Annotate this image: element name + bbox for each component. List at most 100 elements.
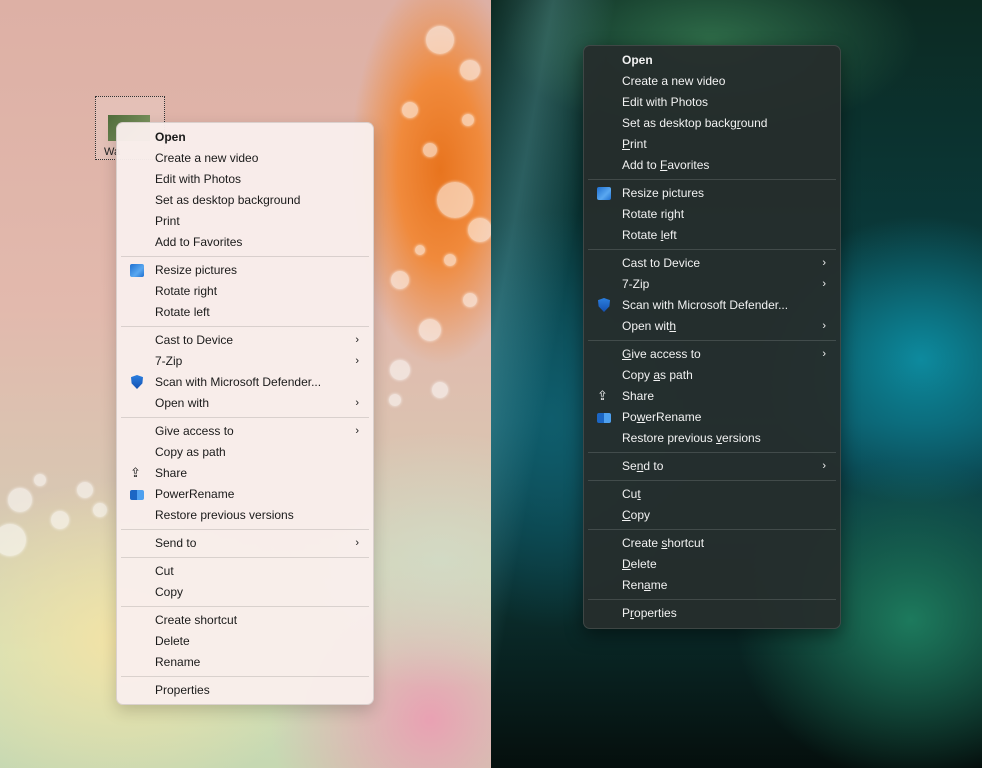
menu-item-label: Restore previous versions — [622, 431, 761, 445]
chevron-right-icon: › — [355, 537, 359, 549]
menu-item-label: Add to Favorites — [622, 158, 710, 172]
menu-item-resize-pictures[interactable]: Resize pictures — [121, 260, 369, 281]
menu-item-resize-pictures[interactable]: Resize pictures — [588, 183, 836, 204]
menu-item-copy[interactable]: Copy — [588, 505, 836, 526]
menu-item-copy[interactable]: Copy — [121, 582, 369, 603]
menu-separator — [588, 249, 836, 250]
defender-shield-icon — [598, 298, 610, 312]
menu-item-label: Share — [622, 389, 655, 403]
water-droplet — [463, 293, 477, 307]
menu-item-rotate-right[interactable]: Rotate right — [588, 204, 836, 225]
menu-item-restore-previous-versions[interactable]: Restore previous versions — [121, 505, 369, 526]
menu-item-create-a-new-video[interactable]: Create a new video — [588, 71, 836, 92]
menu-item-rename[interactable]: Rename — [588, 575, 836, 596]
menu-item-properties[interactable]: Properties — [121, 680, 369, 701]
menu-item-edit-with-photos[interactable]: Edit with Photos — [588, 92, 836, 113]
menu-item-delete[interactable]: Delete — [588, 554, 836, 575]
menu-item-rotate-left[interactable]: Rotate left — [121, 302, 369, 323]
menu-item-set-as-desktop-background[interactable]: Set as desktop background — [121, 190, 369, 211]
menu-item-label: Send to — [155, 536, 197, 550]
menu-item-powerrename[interactable]: PowerRename — [121, 484, 369, 505]
menu-item-cast-to-device[interactable]: Cast to Device › — [121, 330, 369, 351]
menu-item-share[interactable]: ⇪ Share — [121, 463, 369, 484]
menu-item-label: Rotate right — [155, 284, 218, 298]
menu-item-give-access-to[interactable]: Give access to › — [121, 421, 369, 442]
menu-item-send-to[interactable]: Send to › — [121, 533, 369, 554]
resize-pictures-icon — [130, 264, 144, 277]
menu-item-open-with[interactable]: Open with › — [121, 393, 369, 414]
chevron-right-icon: › — [822, 348, 826, 360]
menu-item-scan-with-microsoft-defender[interactable]: Scan with Microsoft Defender... — [588, 295, 836, 316]
menu-item-label: Rotate right — [622, 207, 685, 221]
menu-item-copy-as-path[interactable]: Copy as path — [588, 365, 836, 386]
menu-item-label: Rotate left — [622, 228, 677, 242]
water-droplet — [437, 182, 473, 218]
menu-item-print[interactable]: Print — [588, 134, 836, 155]
menu-item-share[interactable]: ⇪ Share — [588, 386, 836, 407]
menu-item-open-with[interactable]: Open with › — [588, 316, 836, 337]
menu-item-cut[interactable]: Cut — [121, 561, 369, 582]
menu-separator — [121, 676, 369, 677]
menu-item-label: Set as desktop background — [622, 116, 768, 130]
menu-item-open[interactable]: Open — [588, 50, 836, 71]
menu-separator — [588, 529, 836, 530]
menu-item-powerrename[interactable]: PowerRename — [588, 407, 836, 428]
menu-item-label: Open — [622, 53, 653, 67]
chevron-right-icon: › — [355, 355, 359, 367]
powerrename-icon — [130, 490, 144, 500]
menu-item-open[interactable]: Open — [121, 127, 369, 148]
menu-item-label: Open — [155, 130, 186, 144]
menu-item-7-zip[interactable]: 7-Zip › — [588, 274, 836, 295]
menu-item-rotate-right[interactable]: Rotate right — [121, 281, 369, 302]
menu-item-give-access-to[interactable]: Give access to › — [588, 344, 836, 365]
menu-item-label: 7-Zip — [622, 277, 650, 291]
menu-item-label: Properties — [622, 606, 677, 620]
menu-item-properties[interactable]: Properties — [588, 603, 836, 624]
defender-shield-icon — [131, 375, 143, 389]
water-droplet — [432, 382, 448, 398]
menu-item-label: Rotate left — [155, 305, 210, 319]
menu-item-restore-previous-versions[interactable]: Restore previous versions — [588, 428, 836, 449]
menu-item-cut[interactable]: Cut — [588, 484, 836, 505]
menu-item-label: Create shortcut — [155, 613, 238, 627]
menu-item-label: PowerRename — [622, 410, 702, 424]
menu-item-set-as-desktop-background[interactable]: Set as desktop background — [588, 113, 836, 134]
menu-item-label: Give access to — [155, 424, 234, 438]
share-icon: ⇪ — [130, 465, 141, 480]
menu-item-label: Edit with Photos — [155, 172, 242, 186]
menu-item-7-zip[interactable]: 7-Zip › — [121, 351, 369, 372]
water-droplet — [468, 218, 491, 242]
water-droplet — [426, 26, 454, 54]
menu-item-label: Copy — [622, 508, 651, 522]
menu-item-delete[interactable]: Delete — [121, 631, 369, 652]
menu-item-rotate-left[interactable]: Rotate left — [588, 225, 836, 246]
menu-item-create-shortcut[interactable]: Create shortcut — [588, 533, 836, 554]
menu-item-print[interactable]: Print — [121, 211, 369, 232]
menu-item-rename[interactable]: Rename — [121, 652, 369, 673]
menu-item-cast-to-device[interactable]: Cast to Device › — [588, 253, 836, 274]
menu-item-label: Print — [622, 137, 647, 151]
menu-item-label: Properties — [155, 683, 210, 697]
desktop-light-wallpaper: Wa Open Create a new video Edit with Photo… — [0, 0, 491, 768]
menu-item-add-to-favorites[interactable]: Add to Favorites — [588, 155, 836, 176]
menu-separator — [588, 340, 836, 341]
menu-item-send-to[interactable]: Send to › — [588, 456, 836, 477]
menu-item-add-to-favorites[interactable]: Add to Favorites — [121, 232, 369, 253]
menu-separator — [588, 599, 836, 600]
menu-item-copy-as-path[interactable]: Copy as path — [121, 442, 369, 463]
menu-item-label: Print — [155, 214, 180, 228]
menu-item-create-a-new-video[interactable]: Create a new video — [121, 148, 369, 169]
menu-item-edit-with-photos[interactable]: Edit with Photos — [121, 169, 369, 190]
chevron-right-icon: › — [822, 257, 826, 269]
water-droplet — [444, 254, 456, 266]
menu-item-label: Scan with Microsoft Defender... — [622, 298, 789, 312]
menu-item-create-shortcut[interactable]: Create shortcut — [121, 610, 369, 631]
menu-item-scan-with-microsoft-defender[interactable]: Scan with Microsoft Defender... — [121, 372, 369, 393]
menu-item-label: Open with — [155, 396, 210, 410]
water-droplet — [462, 114, 474, 126]
menu-item-label: Copy — [155, 585, 184, 599]
menu-item-label: Copy as path — [155, 445, 226, 459]
menu-item-label: Send to — [622, 459, 664, 473]
menu-item-label: PowerRename — [155, 487, 235, 501]
menu-item-label: Copy as path — [622, 368, 693, 382]
